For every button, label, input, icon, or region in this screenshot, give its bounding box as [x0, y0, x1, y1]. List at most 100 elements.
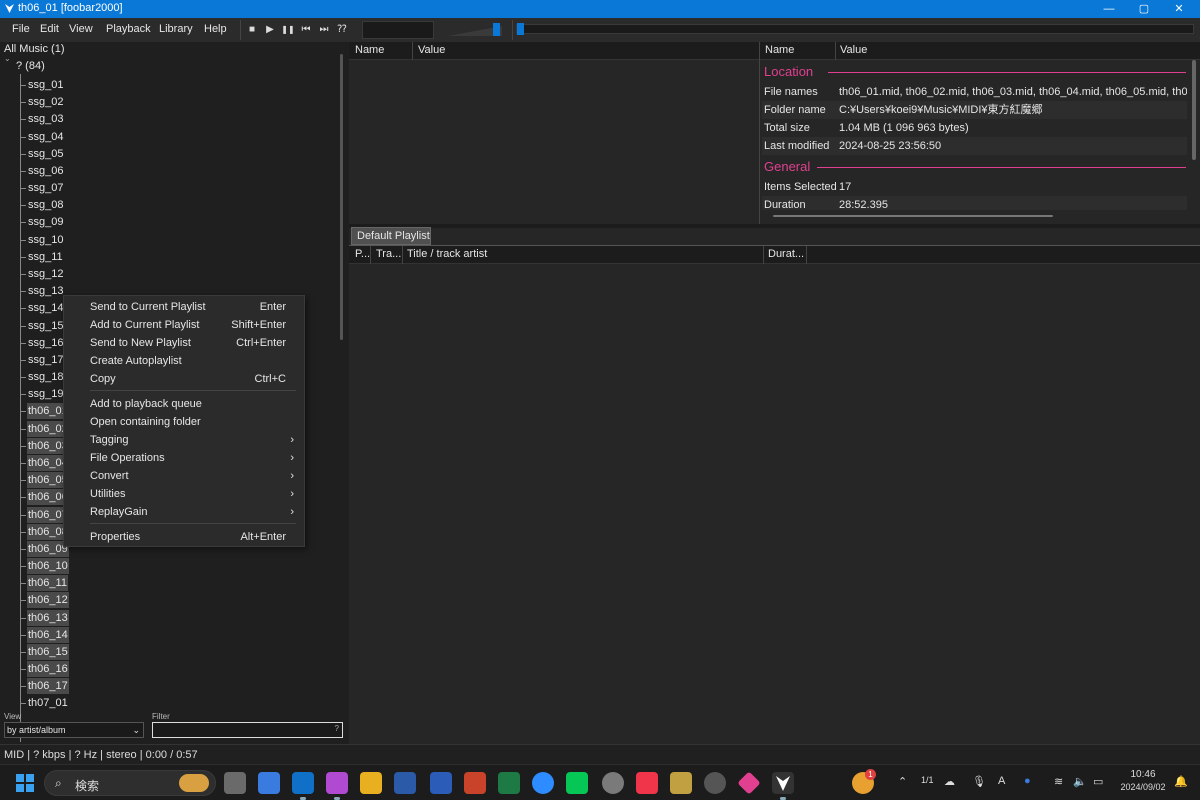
- file-explorer-icon[interactable]: [360, 772, 382, 794]
- tree-item[interactable]: ssg_08: [27, 197, 64, 213]
- tree-item[interactable]: ssg_17: [27, 352, 64, 368]
- tree-scrollbar[interactable]: [340, 54, 343, 340]
- stop-icon[interactable]: ■: [244, 22, 260, 38]
- line-icon[interactable]: [566, 772, 588, 794]
- tree-item[interactable]: ssg_07: [27, 180, 64, 196]
- tree-item[interactable]: th06_13: [27, 610, 69, 626]
- outlook-icon[interactable]: [292, 772, 314, 800]
- tree-item[interactable]: ssg_14: [27, 300, 64, 316]
- volume-icon[interactable]: 🔈: [1073, 775, 1087, 788]
- cloud-icon[interactable]: ☁: [944, 775, 955, 788]
- word-icon[interactable]: [430, 772, 452, 794]
- tree-item[interactable]: ssg_01: [27, 77, 64, 93]
- seek-thumb[interactable]: [517, 23, 524, 35]
- playlist-col-track[interactable]: Tra...: [376, 248, 401, 260]
- metadata-col-value[interactable]: Value: [418, 44, 445, 56]
- properties-col-value[interactable]: Value: [840, 44, 867, 56]
- view-select[interactable]: by artist/album ⌄: [4, 722, 144, 738]
- menu-file[interactable]: File: [12, 23, 30, 35]
- notification-bell-icon[interactable]: 🔔: [1174, 775, 1188, 788]
- context-menu-item[interactable]: Properties Alt+Enter: [64, 528, 304, 546]
- tree-item[interactable]: ssg_02: [27, 94, 64, 110]
- context-menu-item[interactable]: Convert ›: [64, 467, 304, 485]
- zoom-icon[interactable]: [532, 772, 554, 794]
- tree-item[interactable]: ssg_10: [27, 232, 64, 248]
- tree-item[interactable]: ssg_09: [27, 214, 64, 230]
- playlist-col-playing[interactable]: P...: [355, 248, 370, 260]
- tree-item[interactable]: ssg_19: [27, 386, 64, 402]
- tree-item[interactable]: th06_17: [27, 678, 69, 694]
- volume-slider[interactable]: [446, 22, 508, 38]
- properties-scrollbar[interactable]: [1192, 60, 1196, 160]
- menu-view[interactable]: View: [69, 23, 93, 35]
- music-icon[interactable]: [636, 772, 658, 794]
- library-root[interactable]: All Music (1): [4, 43, 65, 55]
- ime-mode[interactable]: A: [998, 775, 1005, 787]
- tree-item[interactable]: ssg_06: [27, 163, 64, 179]
- context-menu-item[interactable]: Send to New Playlist Ctrl+Enter: [64, 334, 304, 352]
- foobar-taskbar-icon[interactable]: [772, 772, 794, 800]
- diamond-app-icon[interactable]: [737, 771, 761, 795]
- prop-row-total-size[interactable]: Total size 1.04 MB (1 096 963 bytes): [762, 119, 1187, 137]
- prop-row-last-modified[interactable]: Last modified 2024-08-25 23:56:50: [762, 137, 1187, 155]
- store-icon[interactable]: [394, 772, 416, 794]
- filter-help-icon[interactable]: ?: [335, 724, 339, 733]
- context-menu-item[interactable]: ReplayGain ›: [64, 503, 304, 521]
- prop-row-items-selected[interactable]: Items Selected 17: [762, 178, 1187, 196]
- context-menu-item[interactable]: Tagging ›: [64, 431, 304, 449]
- tree-item[interactable]: th06_10: [27, 558, 69, 574]
- panel-divider[interactable]: [349, 224, 1200, 228]
- excel-icon[interactable]: [498, 772, 520, 794]
- volume-thumb[interactable]: [493, 23, 500, 36]
- powerpoint-icon[interactable]: [464, 772, 486, 794]
- seek-bar[interactable]: [516, 23, 1194, 35]
- menu-library[interactable]: Library: [159, 23, 193, 35]
- show-hidden-icons-icon[interactable]: ⌃: [898, 775, 907, 788]
- tree-item[interactable]: ssg_12: [27, 266, 64, 282]
- menu-edit[interactable]: Edit: [40, 23, 59, 35]
- context-menu-item[interactable]: Add to Current Playlist Shift+Enter: [64, 316, 304, 334]
- tree-item[interactable]: th06_15: [27, 644, 69, 660]
- taskbar-search[interactable]: ⌕ 検索: [44, 770, 216, 796]
- tree-item[interactable]: ssg_05: [27, 146, 64, 162]
- tree-item[interactable]: th06_14: [27, 627, 69, 643]
- context-menu-item[interactable]: Open containing folder: [64, 413, 304, 431]
- prop-row-duration[interactable]: Duration 28:52.395: [762, 196, 1187, 210]
- prop-row-folder-name[interactable]: Folder name C:¥Users¥koei9¥Music¥MIDI¥東方紅…: [762, 101, 1187, 119]
- context-menu-item[interactable]: Add to playback queue: [64, 395, 304, 413]
- previous-icon[interactable]: ⏮: [298, 22, 314, 38]
- start-button[interactable]: [14, 772, 36, 794]
- microphone-icon[interactable]: 🎙: [972, 775, 986, 788]
- tree-item[interactable]: ssg_16: [27, 335, 64, 351]
- tab-default-playlist[interactable]: Default Playlist: [351, 227, 431, 245]
- properties-hscrollbar[interactable]: [773, 215, 1053, 217]
- tree-item[interactable]: ssg_15: [27, 318, 64, 334]
- tree-item[interactable]: th07_01: [27, 695, 69, 711]
- menu-help[interactable]: Help: [204, 23, 227, 35]
- random-icon[interactable]: ⁇: [334, 22, 350, 38]
- close-button[interactable]: ✕: [1163, 0, 1195, 18]
- play-icon[interactable]: ▶: [262, 22, 278, 38]
- menu-playback[interactable]: Playback: [106, 23, 151, 35]
- maximize-button[interactable]: ▢: [1128, 0, 1160, 18]
- minimize-button[interactable]: —: [1093, 0, 1125, 18]
- network-app-icon[interactable]: ●: [1024, 775, 1031, 787]
- battery-icon[interactable]: ▭: [1093, 775, 1103, 788]
- panel-splitter[interactable]: [759, 42, 760, 224]
- tree-item[interactable]: th06_16: [27, 661, 69, 677]
- tree-item[interactable]: ssg_13: [27, 283, 64, 299]
- playlist-col-title[interactable]: Title / track artist: [407, 248, 487, 260]
- library-group[interactable]: ? (84): [16, 60, 45, 72]
- tree-item[interactable]: ssg_04: [27, 129, 64, 145]
- pause-icon[interactable]: ❚❚: [280, 22, 296, 38]
- expand-icon[interactable]: ⌄: [4, 54, 11, 63]
- wifi-icon[interactable]: ≋: [1054, 775, 1063, 788]
- page-indicator[interactable]: 1/1: [921, 775, 934, 785]
- context-menu-item[interactable]: Create Autoplaylist: [64, 352, 304, 370]
- settings-icon[interactable]: [602, 772, 624, 794]
- task-view-icon[interactable]: [224, 772, 246, 794]
- camera-icon[interactable]: [704, 772, 726, 794]
- tree-item[interactable]: th06_11: [27, 575, 68, 591]
- context-menu-item[interactable]: Utilities ›: [64, 485, 304, 503]
- tree-item[interactable]: ssg_11: [27, 249, 64, 265]
